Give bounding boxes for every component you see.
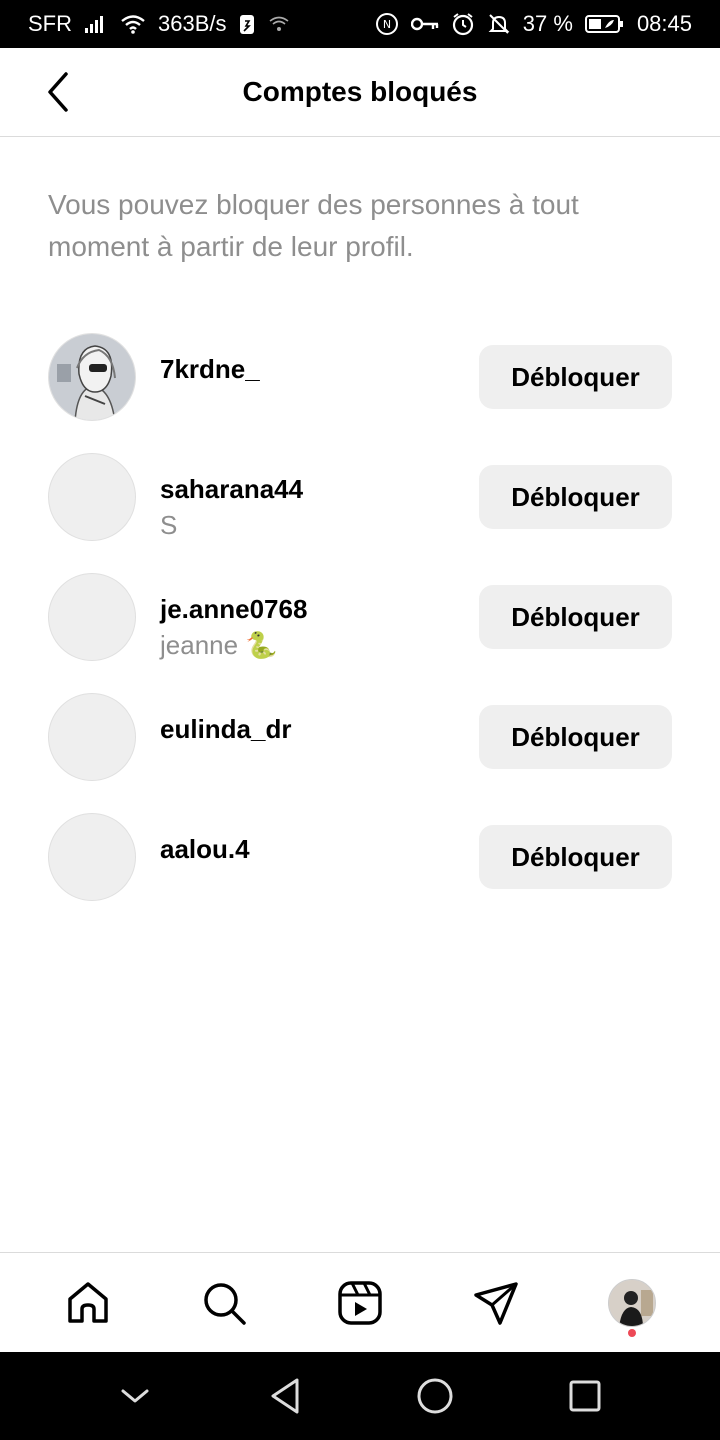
list-item: saharana44 S Débloquer — [0, 450, 720, 570]
app-notification-icon — [239, 13, 255, 35]
system-back-button[interactable] — [245, 1356, 325, 1436]
carrier-name: SFR — [28, 11, 72, 36]
full-name: jeanne 🐍 — [160, 630, 278, 660]
nav-reels[interactable] — [320, 1263, 400, 1343]
avatar[interactable] — [48, 333, 136, 421]
list-item: 7krdne_ Débloquer — [0, 330, 720, 450]
hide-nav-button[interactable] — [95, 1356, 175, 1436]
network-speed: 363B/s — [158, 11, 227, 36]
key-icon — [410, 16, 439, 32]
avatar[interactable] — [48, 813, 136, 901]
unblock-button[interactable]: Débloquer — [479, 705, 672, 769]
system-nav-bar — [0, 1352, 720, 1440]
list-item: eulinda_dr Débloquer — [0, 690, 720, 810]
username[interactable]: je.anne0768 — [160, 594, 307, 625]
profile-avatar — [608, 1278, 656, 1327]
signal-icon — [84, 14, 108, 34]
system-home-button[interactable] — [395, 1356, 475, 1436]
blocked-accounts-list: 7krdne_ Débloquer saharana44 S Débloquer… — [0, 330, 720, 930]
battery-icon — [584, 14, 625, 34]
circle-home-icon — [417, 1378, 453, 1414]
mute-icon — [487, 12, 511, 36]
full-name: S — [160, 510, 178, 540]
back-button[interactable] — [36, 68, 80, 116]
clock-time: 08:45 — [636, 11, 692, 36]
battery-percent: 37 % — [522, 11, 573, 36]
unblock-button[interactable]: Débloquer — [479, 345, 672, 409]
username[interactable]: aalou.4 — [160, 834, 250, 865]
chevron-left-icon — [48, 72, 68, 112]
list-item: je.anne0768 jeanne 🐍 Débloquer — [0, 570, 720, 690]
avatar[interactable] — [48, 453, 136, 541]
status-bar: SFR 363B/s N 37 % 08:45 — [0, 0, 720, 48]
reels-icon — [338, 1280, 382, 1325]
username[interactable]: 7krdne_ — [160, 354, 260, 385]
unblock-button[interactable]: Débloquer — [479, 585, 672, 649]
nav-profile[interactable] — [592, 1263, 672, 1343]
nav-search[interactable] — [184, 1263, 264, 1343]
nav-direct-messages[interactable] — [456, 1263, 536, 1343]
status-bar-left: SFR 363B/s — [28, 11, 291, 37]
chevron-down-icon — [121, 1389, 149, 1403]
square-recents-icon — [569, 1380, 601, 1412]
page-header: Comptes bloqués — [0, 48, 720, 137]
info-text: Vous pouvez bloquer des personnes à tout… — [48, 189, 579, 262]
unblock-button[interactable]: Débloquer — [479, 465, 672, 529]
nfc-icon: N — [375, 12, 399, 36]
nav-home[interactable] — [48, 1263, 128, 1343]
home-icon — [68, 1281, 108, 1323]
username[interactable]: saharana44 — [160, 474, 303, 505]
status-bar-right: N 37 % 08:45 — [375, 11, 692, 37]
avatar[interactable] — [48, 693, 136, 781]
username[interactable]: eulinda_dr — [160, 714, 291, 745]
list-item: aalou.4 Débloquer — [0, 810, 720, 930]
search-icon — [204, 1282, 246, 1325]
avatar[interactable] — [48, 573, 136, 661]
direct-message-icon — [474, 1281, 518, 1325]
wifi-icon — [120, 14, 146, 34]
unblock-button[interactable]: Débloquer — [479, 825, 672, 889]
alarm-icon — [451, 12, 475, 36]
profile-photo — [49, 334, 135, 420]
notification-dot — [628, 1328, 636, 1337]
bottom-nav — [0, 1252, 720, 1352]
wifi-hotspot-icon — [267, 14, 291, 34]
system-recents-button[interactable] — [545, 1356, 625, 1436]
svg-text:N: N — [383, 18, 391, 31]
triangle-back-icon — [271, 1378, 299, 1414]
page-title: Comptes bloqués — [242, 76, 478, 107]
